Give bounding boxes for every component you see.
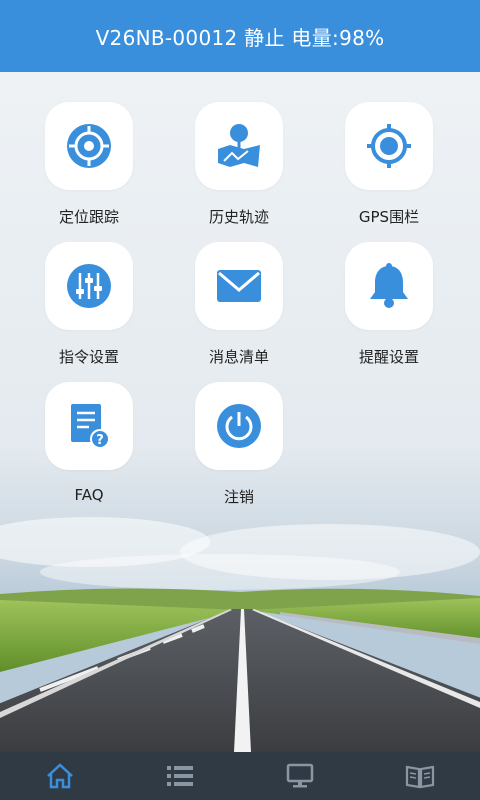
- menu-icon-box: ?: [45, 382, 133, 470]
- header-title: V26NB-00012 静止 电量:98%: [95, 25, 385, 50]
- menu-icon-box: [45, 242, 133, 330]
- document-question-icon: ?: [71, 404, 110, 449]
- menu-item-gps-fence[interactable]: GPS围栏: [314, 102, 464, 227]
- sliders-icon: [67, 264, 111, 308]
- menu-label: 历史轨迹: [208, 208, 269, 226]
- home-icon: [47, 763, 73, 789]
- menu-icon-box: [345, 242, 433, 330]
- menu-item-command-settings[interactable]: 指令设置: [14, 242, 164, 367]
- menu-item-message-list[interactable]: 消息清单: [164, 242, 314, 367]
- tab-home[interactable]: [0, 752, 120, 800]
- menu-icon-box: [195, 242, 283, 330]
- menu-icon-box: [345, 102, 433, 190]
- tab-book[interactable]: [360, 752, 480, 800]
- bell-icon: [370, 263, 408, 308]
- menu-icon-box: [45, 102, 133, 190]
- power-icon: [217, 404, 261, 448]
- menu-label: FAQ: [74, 486, 104, 504]
- menu-item-reminder-settings[interactable]: 提醒设置: [314, 242, 464, 367]
- gps-fence-icon: [367, 124, 411, 168]
- tab-list[interactable]: [120, 752, 240, 800]
- menu-item-faq[interactable]: ? FAQ: [14, 382, 164, 504]
- menu-item-logout[interactable]: 注销: [164, 382, 314, 507]
- bottom-tab-bar: [0, 752, 480, 800]
- menu-label: 提醒设置: [358, 348, 419, 366]
- list-icon: [167, 766, 193, 786]
- envelope-icon: [217, 270, 261, 302]
- monitor-icon: [286, 763, 314, 788]
- menu-label: 定位跟踪: [58, 208, 119, 226]
- crosshair-target-icon: [67, 124, 111, 168]
- app-header: V26NB-00012 静止 电量:98%: [0, 0, 480, 72]
- tab-monitor[interactable]: [240, 752, 360, 800]
- svg-text:?: ?: [96, 433, 104, 448]
- book-icon: [405, 765, 435, 789]
- menu-label: GPS围栏: [358, 208, 420, 226]
- map-pin-track-icon: [218, 124, 260, 167]
- menu-label: 指令设置: [58, 348, 119, 366]
- menu-label: 注销: [223, 488, 254, 506]
- menu-label: 消息清单: [208, 348, 269, 366]
- menu-item-location-tracking[interactable]: 定位跟踪: [14, 102, 164, 227]
- menu-icon-box: [195, 382, 283, 470]
- menu-icon-box: [195, 102, 283, 190]
- menu-item-history-track[interactable]: 历史轨迹: [164, 102, 314, 227]
